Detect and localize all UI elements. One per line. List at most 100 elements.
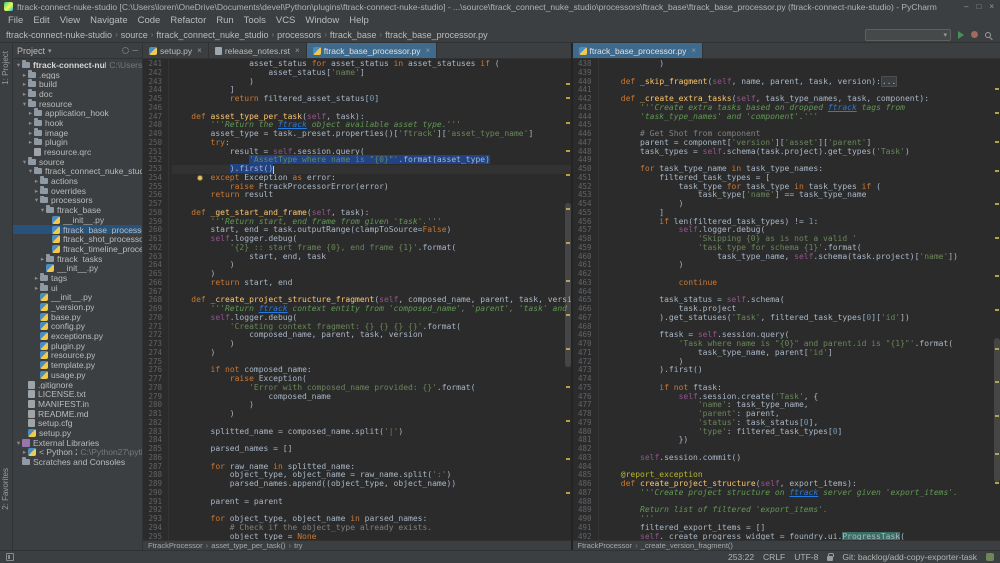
- tool-window-button-project[interactable]: 1: Project: [1, 51, 10, 85]
- breadcrumb-item-ftrack-connect-nuke-studio[interactable]: ftrack-connect-nuke-studio: [6, 30, 112, 40]
- line-separator[interactable]: CRLF: [763, 552, 785, 562]
- tree-item-exceptions-py[interactable]: exceptions.py: [13, 331, 142, 341]
- menu-view[interactable]: View: [55, 15, 85, 26]
- editor-tab-setup-py[interactable]: setup.py×: [143, 43, 209, 58]
- tree-item-scratches-and-consoles[interactable]: Scratches and Consoles: [13, 457, 142, 467]
- code-editor[interactable]: asset_status for asset_status in asset_s…: [169, 59, 571, 540]
- tree-toggle-icon[interactable]: ▾: [21, 158, 28, 166]
- menu-run[interactable]: Run: [211, 15, 238, 26]
- tree-item-processors[interactable]: ▾processors: [13, 196, 142, 206]
- code-line[interactable]: ): [172, 261, 571, 270]
- tree-item-eggs[interactable]: ▸.eggs: [13, 70, 142, 80]
- tree-item-application-hook[interactable]: ▸application_hook: [13, 108, 142, 118]
- code-line[interactable]: splitted_name = composed_name.split('|'): [172, 428, 571, 437]
- search-icon[interactable]: [985, 32, 991, 38]
- tree-toggle-icon[interactable]: ▾: [39, 206, 46, 214]
- scrollbar-thumb[interactable]: [994, 338, 1000, 482]
- tree-toggle-icon[interactable]: ▸: [21, 71, 28, 79]
- tool-window-switcher-icon[interactable]: [6, 553, 14, 561]
- code-line[interactable]: parsed_names = []: [172, 445, 571, 454]
- menu-code[interactable]: Code: [133, 15, 166, 26]
- tree-toggle-icon[interactable]: ▸: [33, 177, 40, 185]
- code-line[interactable]: return filtered_asset_status[0]: [172, 95, 571, 104]
- close-button[interactable]: ×: [989, 2, 994, 11]
- run-configuration-select[interactable]: ▾: [865, 29, 951, 41]
- menu-vcs[interactable]: VCS: [271, 15, 301, 26]
- code-line[interactable]: 'task_type_names' and 'component'.''': [602, 113, 1000, 122]
- tree-item-ftrack-base[interactable]: ▾ftrack_base: [13, 205, 142, 215]
- file-encoding[interactable]: UTF-8: [794, 552, 818, 562]
- code-line[interactable]: parent = parent: [172, 498, 571, 507]
- tree-toggle-icon[interactable]: ▸: [33, 187, 40, 195]
- tree-toggle-icon[interactable]: ▸: [21, 448, 28, 456]
- tree-item-build[interactable]: ▸build: [13, 79, 142, 89]
- close-icon[interactable]: ×: [691, 46, 696, 55]
- code-line[interactable]: ).get_statuses('Task', filtered_task_typ…: [602, 314, 1000, 323]
- menu-file[interactable]: File: [3, 15, 28, 26]
- tree-item-base-py[interactable]: base.py: [13, 312, 142, 322]
- debug-button[interactable]: [971, 31, 978, 38]
- minimize-button[interactable]: –: [964, 2, 968, 11]
- editor-tab-ftrack-base-processor-py[interactable]: ftrack_base_processor.py×: [573, 43, 704, 58]
- code-line[interactable]: ): [172, 410, 571, 419]
- tree-item-gitignore[interactable]: .gitignore: [13, 380, 142, 390]
- menu-help[interactable]: Help: [344, 15, 374, 26]
- code-line[interactable]: ): [172, 340, 571, 349]
- tree-item-ftrack-connect-nuke-studio[interactable]: ▾ftrack_connect_nuke_studio: [13, 167, 142, 177]
- breadcrumb-item-try[interactable]: try: [294, 541, 302, 550]
- tree-item-readme-md[interactable]: README.md: [13, 409, 142, 419]
- code-line[interactable]: self.session.commit(): [602, 454, 1000, 463]
- tree-toggle-icon[interactable]: ▾: [15, 61, 22, 69]
- code-line[interactable]: Return list of filtered 'export_items'.: [602, 506, 1000, 515]
- vcs-branch[interactable]: Git: backlog/add-copy-exporter-task: [842, 552, 977, 562]
- menu-window[interactable]: Window: [300, 15, 344, 26]
- tree-toggle-icon[interactable]: ▾: [21, 100, 28, 108]
- chevron-down-icon[interactable]: ▾: [48, 47, 52, 55]
- menu-tools[interactable]: Tools: [239, 15, 271, 26]
- run-button[interactable]: [958, 31, 964, 39]
- tree-item-version-py[interactable]: _version.py: [13, 302, 142, 312]
- code-line[interactable]: '''Create project structure on ftrack se…: [602, 489, 1000, 498]
- breadcrumb-item-ftrackprocessor[interactable]: FtrackProcessor: [148, 541, 203, 550]
- breadcrumb-item-asset-type-per-task[interactable]: asset_type_per_task(): [211, 541, 285, 550]
- code-line[interactable]: asset_type = task._preset.properties()['…: [172, 130, 571, 139]
- tree-item-resource-qrc[interactable]: resource.qrc: [13, 147, 142, 157]
- breadcrumb-item-create-version-fragment[interactable]: _create_version_fragment(): [641, 541, 733, 550]
- code-line[interactable]: object_type = None: [172, 533, 571, 541]
- code-line[interactable]: def _skip_fragment(self, name, parent, t…: [602, 78, 1000, 87]
- tree-toggle-icon[interactable]: ▸: [27, 119, 34, 127]
- breadcrumb-item-ftrack-base[interactable]: ftrack_base: [330, 30, 377, 40]
- tree-item-doc[interactable]: ▸doc: [13, 89, 142, 99]
- tree-item-license-txt[interactable]: LICENSE.txt: [13, 389, 142, 399]
- tree-item-tags[interactable]: ▸tags: [13, 273, 142, 283]
- tree-item-ftrack-base-processor-py[interactable]: ftrack_base_processor.py: [13, 225, 142, 235]
- maximize-button[interactable]: □: [976, 2, 981, 11]
- tree-item-ftrack-timeline-processor-py[interactable]: ftrack_timeline_processor.py: [13, 244, 142, 254]
- breadcrumb-item-ftrackprocessor[interactable]: FtrackProcessor: [578, 541, 633, 550]
- code-area[interactable]: 2412422432442452462472482492502512522532…: [143, 59, 571, 540]
- editor-tab-ftrack-base-processor-py[interactable]: ftrack_base_processor.py×: [307, 43, 438, 58]
- tree-item-overrides[interactable]: ▸overrides: [13, 186, 142, 196]
- tree-toggle-icon[interactable]: ▸: [21, 90, 28, 98]
- tree-item-plugin-py[interactable]: plugin.py: [13, 341, 142, 351]
- menu-edit[interactable]: Edit: [28, 15, 54, 26]
- tree-item-init-py[interactable]: __init__.py: [13, 263, 142, 273]
- code-line[interactable]: self._create_progress_widget = foundry.u…: [602, 533, 1000, 541]
- tree-toggle-icon[interactable]: ▸: [33, 284, 40, 292]
- tree-item-actions[interactable]: ▸actions: [13, 176, 142, 186]
- tree-toggle-icon[interactable]: ▸: [27, 129, 34, 137]
- code-line[interactable]: ): [172, 349, 571, 358]
- tree-item-usage-py[interactable]: usage.py: [13, 370, 142, 380]
- tree-item-setup-py[interactable]: setup.py: [13, 428, 142, 438]
- tree-item-hook[interactable]: ▸hook: [13, 118, 142, 128]
- code-line[interactable]: continue: [602, 279, 1000, 288]
- tree-item-python-2-7[interactable]: ▸< Python 2.7 >C:\Python27\python.e...: [13, 448, 142, 458]
- code-editor[interactable]: ) def _skip_fragment(self, name, parent,…: [599, 59, 1000, 540]
- tree-toggle-icon[interactable]: ▸: [33, 274, 40, 282]
- code-line[interactable]: ).first(): [602, 366, 1000, 375]
- tool-window-button-favorites[interactable]: 2: Favorites: [1, 468, 10, 510]
- tree-toggle-icon[interactable]: ▸: [21, 80, 28, 88]
- inspection-profile-icon[interactable]: [986, 553, 994, 561]
- close-icon[interactable]: ×: [197, 46, 202, 55]
- tree-item-ui[interactable]: ▸ui: [13, 283, 142, 293]
